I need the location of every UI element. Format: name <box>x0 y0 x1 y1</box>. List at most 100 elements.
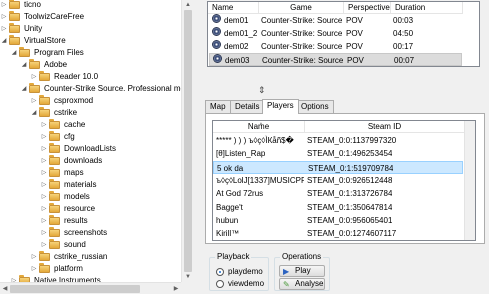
folder-tree[interactable]: ▷ ticno ▷ ToolwizCareFree ▷ Unity ◢ VirtualStor… <box>0 0 193 294</box>
player-steam-id: STEAM_0:0:1274607117 <box>307 229 397 239</box>
column-header-name[interactable]: Name <box>208 2 259 14</box>
collapsed-arrow-icon[interactable]: ▷ <box>40 143 48 155</box>
demo-name: dem01 <box>224 16 249 25</box>
player-row[interactable]: Kirill™ STEAM_0:0:1274607117 <box>213 227 463 240</box>
tree-horizontal-scrollbar[interactable]: ◀ ▶ <box>0 282 181 294</box>
collapsed-arrow-icon[interactable]: ▷ <box>40 155 48 167</box>
demo-row[interactable]: dem01 Counter-Strike: Source POV 00:03 <box>209 14 462 27</box>
players-list[interactable]: ▲ Name Steam ID ***** ) ) ) ъ◊ç◊ÌКåñ$� ST… <box>212 120 476 241</box>
player-row[interactable]: 5 ok da STEAM_0:1:519709784 <box>213 160 463 174</box>
player-row[interactable]: At God 72rus STEAM_0:1:313726784 <box>213 187 463 200</box>
demo-perspective: POV <box>346 42 363 51</box>
demo-duration: 00:07 <box>394 56 415 65</box>
demo-perspective: POV <box>346 29 363 38</box>
column-header-duration[interactable]: Duration <box>391 2 463 14</box>
player-row[interactable]: hubun STEAM_0:0:956065401 <box>213 214 463 227</box>
folder-icon <box>49 239 60 249</box>
tree-item-label: materials <box>64 180 97 189</box>
collapsed-arrow-icon[interactable]: ▷ <box>0 23 8 35</box>
tree-item-label: models <box>64 192 90 201</box>
player-steam-id: STEAM_0:1:519709784 <box>308 163 394 173</box>
player-name: Bagge't <box>216 202 243 212</box>
tab-details[interactable]: Details <box>230 100 265 113</box>
tree-item-label: Counter-Strike Source. Professional mod <box>44 84 190 93</box>
expanded-arrow-icon[interactable]: ◢ <box>30 107 38 119</box>
demo-duration: 04:50 <box>393 29 414 38</box>
players-scrollbar[interactable] <box>464 121 475 240</box>
collapsed-arrow-icon[interactable]: ▷ <box>40 215 48 227</box>
collapsed-arrow-icon[interactable]: ▷ <box>40 191 48 203</box>
demo-file-icon <box>212 27 221 36</box>
tree-item-label: downloads <box>64 156 103 165</box>
tab-options[interactable]: Options <box>296 100 334 113</box>
expanded-arrow-icon[interactable]: ◢ <box>20 83 28 95</box>
collapsed-arrow-icon[interactable]: ▷ <box>30 95 38 107</box>
tab-players[interactable]: Players <box>262 99 299 114</box>
demo-game: Counter-Strike: Source <box>261 42 343 51</box>
collapsed-arrow-icon[interactable]: ▷ <box>40 179 48 191</box>
player-steam-id: STEAM_0:0:956065401 <box>307 215 393 225</box>
tree-scroll-thumb[interactable] <box>184 10 192 272</box>
collapsed-arrow-icon[interactable]: ▷ <box>30 251 38 263</box>
scroll-right-arrow-icon[interactable]: ▶ <box>171 283 181 294</box>
tree-vertical-scrollbar[interactable]: ▲ ▼ <box>181 0 193 282</box>
player-row[interactable]: [θ]Listen_Rap STEAM_0:1:496253454 <box>213 147 463 160</box>
collapsed-arrow-icon[interactable]: ▷ <box>40 239 48 251</box>
analyse-button[interactable]: ✎ Analyse <box>279 278 325 290</box>
column-header-game[interactable]: Game <box>259 2 344 14</box>
demo-file-icon <box>212 14 221 23</box>
demo-game: Counter-Strike: Source <box>261 16 343 25</box>
demo-file-icon <box>213 54 222 63</box>
column-header-steam-id[interactable]: Steam ID <box>305 121 465 133</box>
pane-splitter[interactable] <box>193 0 203 294</box>
player-row[interactable]: Bagge't STEAM_0:1:350647814 <box>213 201 463 214</box>
demo-row[interactable]: dem03 Counter-Strike: Source POV 00:07 <box>209 53 462 66</box>
player-steam-id: STEAM_0:1:496253454 <box>307 149 393 159</box>
collapsed-arrow-icon[interactable]: ▷ <box>40 167 48 179</box>
tree-item-label: Unity <box>24 24 43 33</box>
demo-row[interactable]: dem02 Counter-Strike: Source POV 00:17 <box>209 40 462 53</box>
player-row[interactable]: ***** ) ) ) ъ◊ç◊ÌКåñ$� STEAM_0:0:11379973… <box>213 134 463 147</box>
collapsed-arrow-icon[interactable]: ▷ <box>0 0 8 11</box>
collapsed-arrow-icon[interactable]: ▷ <box>30 263 38 275</box>
demo-name: dem01_2 <box>224 29 258 38</box>
demo-duration: 00:17 <box>393 42 414 51</box>
demo-perspective: POV <box>347 56 364 65</box>
collapsed-arrow-icon[interactable]: ▷ <box>30 71 38 83</box>
folder-icon <box>49 215 60 225</box>
column-header-perspective[interactable]: Perspective <box>344 2 391 14</box>
column-header-player-name[interactable]: ▲ Name <box>213 121 305 133</box>
player-name: [θ]Listen_Rap <box>216 149 266 159</box>
sort-arrow-icon: ▲ <box>258 121 264 127</box>
demo-row[interactable]: dem01_2 Counter-Strike: Source POV 04:50 <box>209 27 462 40</box>
tab-map[interactable]: Map <box>205 100 231 113</box>
folder-icon <box>39 251 50 261</box>
collapsed-arrow-icon[interactable]: ▷ <box>40 203 48 215</box>
player-row[interactable]: ъ◊ç◊LolJ[1337]MUSICPRO STEAM_0:0:92651244… <box>213 174 463 187</box>
play-button-label: Play <box>295 266 311 275</box>
player-steam-id: STEAM_0:1:313726784 <box>307 189 393 199</box>
radio-playdemo[interactable]: playdemo <box>216 267 263 277</box>
collapsed-arrow-icon[interactable]: ▷ <box>40 131 48 143</box>
scroll-left-arrow-icon[interactable]: ◀ <box>0 283 10 294</box>
player-name: ъ◊ç◊LolJ[1337]MUSICPRO <box>216 175 304 185</box>
resize-grip-icon[interactable]: ⇕ <box>258 85 266 96</box>
tree-hscroll-thumb[interactable] <box>10 285 140 293</box>
tree-item-label: maps <box>64 168 84 177</box>
folder-icon <box>49 143 60 153</box>
radio-viewdemo[interactable]: viewdemo <box>216 279 264 289</box>
demos-list[interactable]: Name Game Perspective Duration dem01 Coun… <box>207 1 480 67</box>
play-button[interactable]: ▶ Play <box>279 265 325 277</box>
demo-duration: 00:03 <box>393 16 414 25</box>
tree-item-label: Adobe <box>44 60 68 69</box>
expanded-arrow-icon[interactable]: ◢ <box>20 59 28 71</box>
collapsed-arrow-icon[interactable]: ▷ <box>0 11 8 23</box>
demo-file-icon <box>212 40 221 49</box>
expanded-arrow-icon[interactable]: ◢ <box>10 47 18 59</box>
horizontal-splitter[interactable]: ⇕ <box>207 67 480 97</box>
expanded-arrow-icon[interactable]: ◢ <box>0 35 8 47</box>
collapsed-arrow-icon[interactable]: ▷ <box>40 119 48 131</box>
tree-item-label: ticno <box>24 0 41 9</box>
tree-item-label: Reader 10.0 <box>54 72 99 81</box>
collapsed-arrow-icon[interactable]: ▷ <box>40 227 48 239</box>
